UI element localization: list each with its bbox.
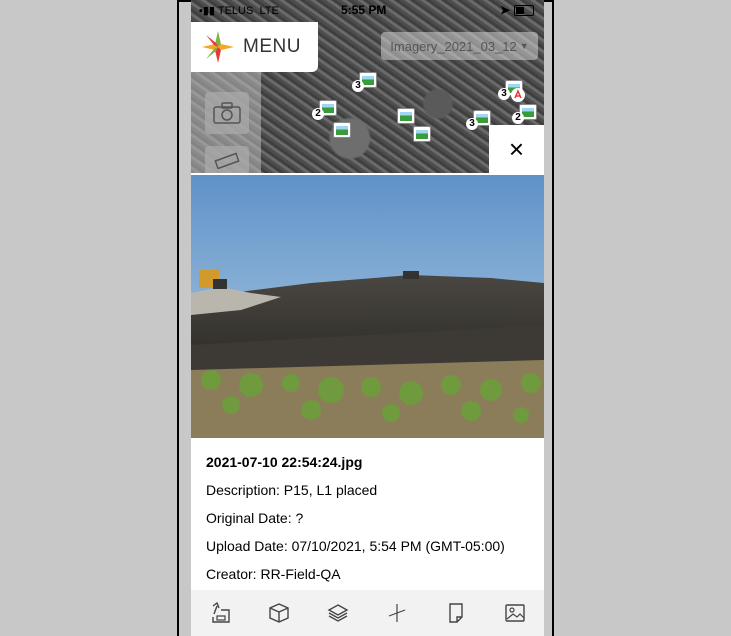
3d-view-button[interactable]	[266, 600, 292, 626]
location-arrow-icon: ➤	[499, 3, 510, 17]
cube-icon	[269, 603, 289, 623]
battery-icon	[514, 4, 534, 16]
pin-count: 3	[466, 118, 478, 130]
status-bar: ▪▮▮ TELUS LTE 5:55 PM ➤	[191, 0, 544, 22]
photo-creator: Creator: RR-Field-QA	[206, 566, 341, 582]
phone-screen: ▪▮▮ TELUS LTE 5:55 PM ➤ MENU Imagery_202…	[191, 0, 544, 636]
compass-button[interactable]	[384, 600, 410, 626]
compass-icon	[388, 604, 406, 622]
map-view[interactable]: ▪▮▮ TELUS LTE 5:55 PM ➤ MENU Imagery_202…	[191, 0, 544, 173]
frame-left-border	[177, 0, 179, 636]
menu-label: MENU	[243, 36, 301, 57]
chevron-down-icon: ▼	[519, 41, 529, 51]
close-icon: ×	[508, 133, 525, 164]
site-photo[interactable]	[191, 175, 544, 438]
measure-button[interactable]	[205, 146, 249, 173]
pin-count: 2	[312, 108, 324, 120]
map-photo-pin[interactable]: 3	[498, 80, 525, 102]
imagery-dropdown[interactable]: Imagery_2021_03_12 ▼	[381, 32, 538, 60]
site-photo-image	[191, 175, 544, 438]
app-logo-icon	[202, 31, 234, 63]
map-photo-pin[interactable]	[397, 108, 415, 124]
map-photo-pin[interactable]: 2	[312, 100, 337, 120]
image-button[interactable]	[502, 600, 528, 626]
map-photo-pin[interactable]: 3	[466, 110, 491, 130]
survey-tool-button[interactable]	[207, 600, 233, 626]
document-button[interactable]	[443, 600, 469, 626]
frame-right-border	[552, 0, 554, 636]
signal-icon: ▪▮▮	[199, 5, 218, 17]
clock: 5:55 PM	[341, 3, 387, 17]
carrier-label: ▪▮▮ TELUS LTE	[199, 5, 279, 17]
map-photo-pin[interactable]: 2	[512, 104, 537, 124]
photo-original-date: Original Date: ?	[206, 510, 304, 526]
map-photo-pin[interactable]: 3	[352, 72, 377, 92]
photo-upload-date: Upload Date: 07/10/2021, 5:54 PM (GMT-05…	[206, 538, 505, 554]
map-photo-pin[interactable]	[413, 126, 431, 142]
camera-button[interactable]	[205, 92, 249, 134]
map-photo-pin[interactable]	[333, 122, 351, 138]
photo-description: Description: P15, L1 placed	[206, 482, 378, 498]
layers-button[interactable]	[325, 600, 351, 626]
ruler-icon	[214, 152, 240, 169]
pdf-icon	[511, 88, 525, 102]
bottom-toolbar	[191, 590, 544, 636]
camera-icon	[213, 102, 241, 124]
status-right: ➤	[500, 3, 534, 17]
survey-icon	[212, 602, 231, 623]
photo-details: 2021-07-10 22:54:24.jpg Description: P15…	[206, 448, 536, 588]
layers-icon	[327, 604, 349, 622]
image-icon	[504, 604, 525, 622]
pin-count: 2	[512, 112, 524, 124]
photo-filename: 2021-07-10 22:54:24.jpg	[206, 454, 363, 470]
pin-count: 3	[498, 88, 510, 100]
pin-count: 3	[352, 80, 364, 92]
menu-button[interactable]: MENU	[191, 22, 318, 72]
imagery-dropdown-label: Imagery_2021_03_12	[390, 38, 517, 54]
close-button[interactable]: ×	[489, 125, 544, 173]
document-icon	[449, 603, 463, 623]
